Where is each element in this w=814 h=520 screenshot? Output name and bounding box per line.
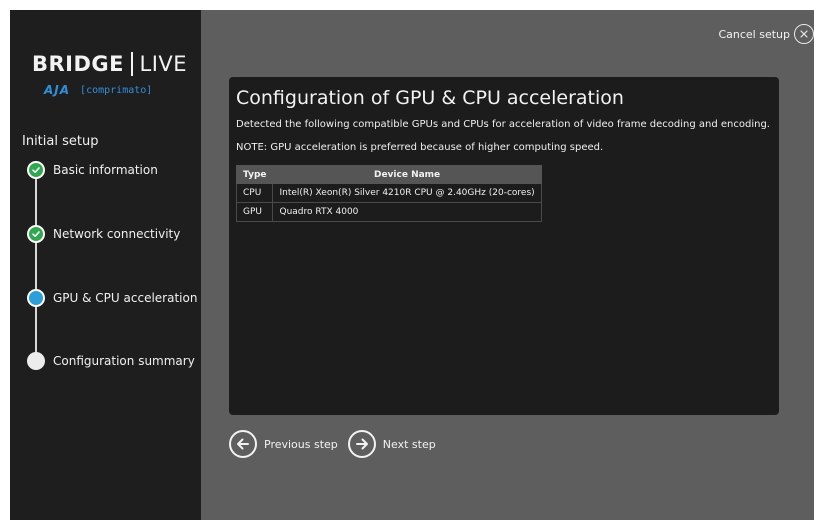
partner-logos: AJA [comprimato]	[44, 83, 192, 97]
step-network-connectivity: Network connectivity	[27, 225, 180, 243]
steps-connector-line	[35, 170, 37, 362]
acceleration-panel: Configuration of GPU & CPU acceleration …	[229, 77, 779, 415]
device-name-cell: Quadro RTX 4000	[272, 202, 542, 222]
logo-brand: BRIDGE	[32, 52, 125, 76]
app-window: BRIDGE LIVE AJA [comprimato] Initial set…	[10, 10, 814, 520]
cancel-setup-button[interactable]: Cancel setup	[718, 24, 814, 44]
table-header-row: Type Device Name	[235, 165, 542, 184]
step-configuration-summary: Configuration summary	[27, 352, 195, 370]
cancel-setup-label: Cancel setup	[718, 27, 790, 41]
active-step-icon	[27, 289, 45, 307]
column-header-device-name: Device Name	[272, 165, 542, 184]
next-step-button[interactable]: Next step	[347, 430, 436, 458]
device-name-cell: Intel(R) Xeon(R) Silver 4210R CPU @ 2.40…	[272, 183, 542, 203]
logo-product: LIVE	[139, 52, 188, 76]
bridge-live-logo: BRIDGE LIVE AJA [comprimato]	[32, 52, 192, 97]
step-label: Network connectivity	[53, 227, 181, 241]
next-step-label: Next step	[382, 437, 436, 451]
previous-step-label: Previous step	[264, 437, 338, 451]
comprimato-logo: [comprimato]	[80, 84, 153, 96]
logo-divider	[131, 52, 133, 76]
aja-logo: AJA	[44, 83, 71, 97]
table-row: CPU Intel(R) Xeon(R) Silver 4210R CPU @ …	[235, 183, 542, 203]
arrow-left-icon[interactable]	[229, 430, 257, 458]
step-label: Basic information	[53, 163, 158, 177]
step-basic-information: Basic information	[27, 161, 158, 179]
step-navigation: Previous step Next step	[229, 430, 436, 458]
check-icon	[27, 225, 45, 243]
column-header-type: Type	[235, 165, 274, 184]
table-row: GPU Quadro RTX 4000	[235, 202, 542, 222]
device-type-cell: GPU	[235, 202, 274, 222]
setup-title: Initial setup	[22, 134, 99, 149]
previous-step-button[interactable]: Previous step	[229, 430, 338, 458]
device-type-cell: CPU	[235, 183, 274, 203]
check-icon	[27, 161, 45, 179]
devices-table: Type Device Name CPU Intel(R) Xeon(R) Si…	[235, 165, 542, 222]
arrow-right-icon[interactable]	[347, 430, 376, 458]
logo-wordmark: BRIDGE LIVE	[32, 52, 192, 76]
close-icon[interactable]	[794, 24, 814, 44]
step-label: GPU & CPU acceleration	[53, 291, 198, 305]
pending-step-icon	[27, 352, 45, 370]
sidebar: BRIDGE LIVE AJA [comprimato] Initial set…	[10, 10, 201, 520]
step-label: Configuration summary	[53, 354, 195, 368]
step-gpu-cpu-acceleration: GPU & CPU acceleration	[27, 289, 197, 307]
panel-description: Detected the following compatible GPUs a…	[236, 119, 770, 130]
panel-note: NOTE: GPU acceleration is preferred beca…	[236, 142, 604, 153]
panel-title: Configuration of GPU & CPU acceleration	[236, 87, 624, 109]
main-content: Cancel setup Configuration of GPU & CPU …	[201, 10, 814, 520]
